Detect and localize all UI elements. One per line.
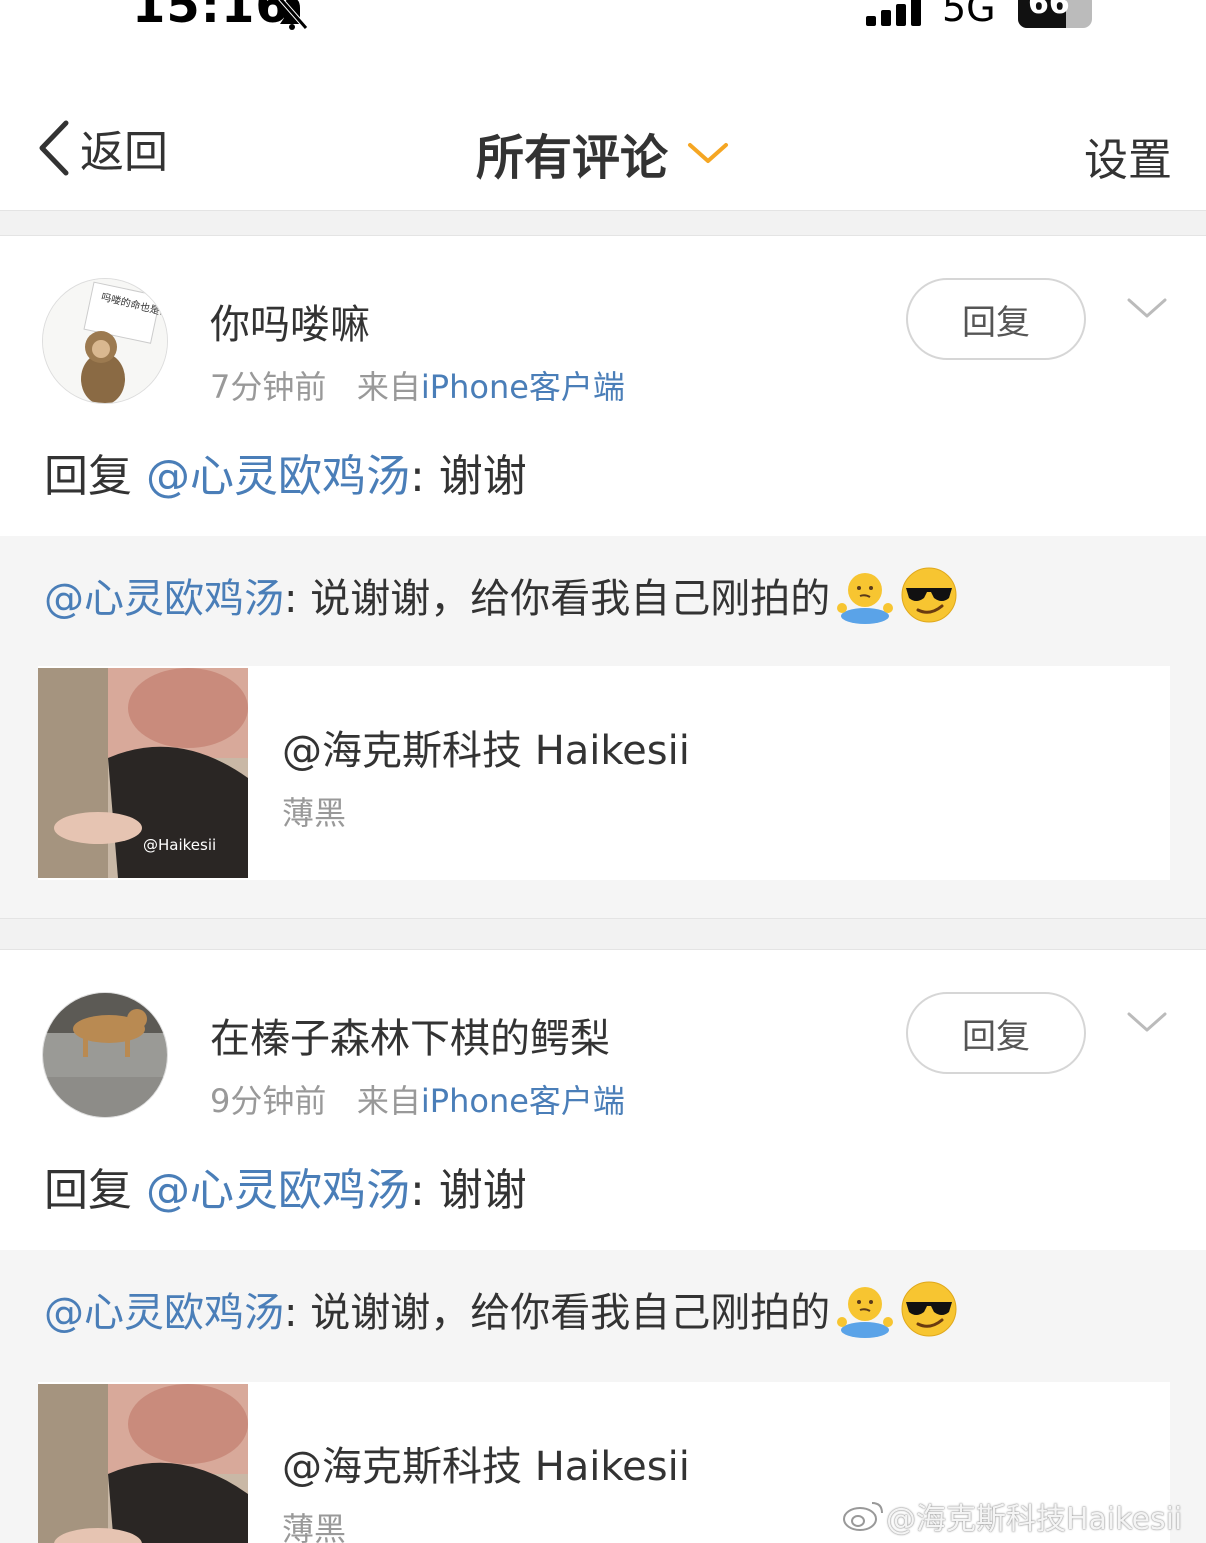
shrug-emoji-icon — [837, 573, 894, 624]
reply-button[interactable]: 回复 — [906, 278, 1086, 360]
comment-time: 7分钟前 — [210, 368, 327, 406]
chevron-down-icon — [688, 143, 729, 163]
monkey-avatar-image: 吗喽的命也是命 — [43, 279, 167, 403]
quote-text: @心灵欧鸡汤: 说谢谢，给你看我自己刚拍的 — [44, 1280, 958, 1338]
battery-icon: 66 — [1018, 0, 1096, 28]
avatar[interactable] — [42, 992, 168, 1118]
nav-bar: 返回 所有评论 设置 — [0, 96, 1206, 210]
reply-button[interactable]: 回复 — [906, 992, 1086, 1074]
comment-item: 在榛子森林下棋的鳄梨 9分钟前 来自iPhone客户端 回复 回复 @心灵欧鸡汤… — [0, 950, 1206, 1250]
card-title: @海克斯科技 Haikesii — [282, 728, 690, 774]
body-prefix: 回复 — [44, 451, 132, 502]
shrug-emoji-icon — [837, 1287, 894, 1338]
thumbnail-image — [38, 1384, 248, 1543]
chevron-down-icon[interactable] — [1126, 296, 1168, 322]
quote-mention[interactable]: @心灵欧鸡汤 — [44, 1280, 284, 1338]
sunglasses-emoji-icon — [901, 1281, 957, 1337]
thumbnail-image: @Haikesii — [38, 668, 248, 878]
source-prefix: 来自 — [356, 368, 421, 406]
linked-post-card[interactable]: @Haikesii @海克斯科技 Haikesii 薄黑 — [38, 666, 1170, 880]
comment-filter-dropdown[interactable]: 所有评论 — [476, 118, 730, 188]
quoted-post[interactable]: @心灵欧鸡汤: 说谢谢，给你看我自己刚拍的 @Haikesii @海克斯科技 H… — [0, 536, 1206, 918]
post-thumbnail[interactable] — [38, 1384, 248, 1543]
watermark-text: @海克斯科技Haikesii — [886, 1502, 1183, 1537]
battery-level: 66 — [1028, 0, 1070, 21]
back-label: 返回 — [80, 127, 168, 178]
avatar[interactable]: 吗喽的命也是命 — [42, 278, 168, 404]
signal-icon — [866, 0, 921, 26]
page-title: 所有评论 — [476, 130, 669, 186]
weibo-watermark: @海克斯科技Haikesii — [842, 1494, 1182, 1538]
username[interactable]: 你吗喽嘛 — [210, 292, 370, 350]
back-button[interactable]: 返回 — [36, 118, 168, 178]
comment-body: 回复 @心灵欧鸡汤: 谢谢 — [44, 440, 527, 504]
settings-button[interactable]: 设置 — [1084, 124, 1172, 188]
card-subtitle: 薄黑 — [282, 794, 347, 832]
source-prefix: 来自 — [356, 1082, 421, 1120]
status-time: 15:16 — [132, 0, 290, 34]
source-client[interactable]: iPhone客户端 — [421, 368, 625, 406]
quote-body: : 说谢谢，给你看我自己刚拍的 — [284, 576, 831, 622]
card-subtitle: 薄黑 — [282, 1510, 347, 1543]
body-mention[interactable]: @心灵欧鸡汤 — [146, 1165, 410, 1216]
network-type: 5G — [942, 0, 996, 30]
body-text: : 谢谢 — [410, 1165, 527, 1216]
chevron-down-icon[interactable] — [1126, 1010, 1168, 1036]
body-text: : 谢谢 — [410, 451, 527, 502]
quote-mention[interactable]: @心灵欧鸡汤 — [44, 566, 284, 624]
source-client[interactable]: iPhone客户端 — [421, 1082, 625, 1120]
quote-text: @心灵欧鸡汤: 说谢谢，给你看我自己刚拍的 — [44, 566, 958, 624]
chevron-left-icon — [39, 120, 69, 176]
username[interactable]: 在榛子森林下棋的鳄梨 — [210, 1006, 610, 1064]
dog-avatar-image — [43, 993, 167, 1117]
quote-body: : 说谢谢，给你看我自己刚拍的 — [284, 1290, 831, 1336]
status-bar: 15:16 5G 66 — [0, 0, 1206, 60]
comment-meta: 9分钟前 来自iPhone客户端 — [210, 1076, 625, 1122]
card-title: @海克斯科技 Haikesii — [282, 1444, 690, 1490]
body-prefix: 回复 — [44, 1165, 132, 1216]
body-mention[interactable]: @心灵欧鸡汤 — [146, 451, 410, 502]
comment-meta: 7分钟前 来自iPhone客户端 — [210, 362, 625, 408]
weibo-logo-icon — [843, 1502, 883, 1531]
bell-muted-icon — [278, 0, 308, 30]
comment-time: 9分钟前 — [210, 1082, 327, 1120]
section-divider — [0, 210, 1206, 236]
section-divider — [0, 918, 1206, 950]
comment-body: 回复 @心灵欧鸡汤: 谢谢 — [44, 1154, 527, 1218]
post-thumbnail[interactable]: @Haikesii — [38, 668, 248, 878]
comment-item: 吗喽的命也是命 你吗喽嘛 7分钟前 来自iPhone客户端 回复 回复 @心灵欧… — [0, 236, 1206, 536]
sunglasses-emoji-icon — [901, 567, 957, 623]
thumbnail-watermark: @Haikesii — [143, 836, 216, 854]
